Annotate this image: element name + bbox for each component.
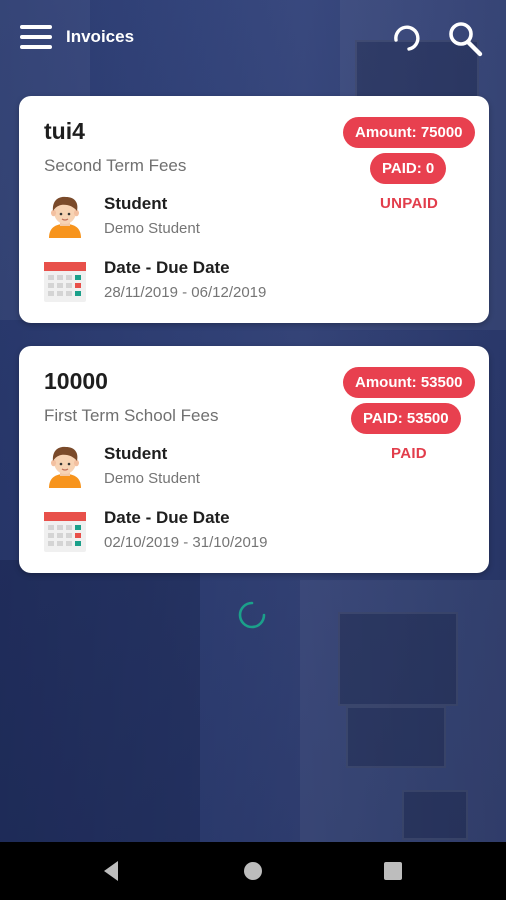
invoice-card[interactable]: 10000 First Term School Fees Amount: 535…: [19, 346, 489, 573]
recents-icon[interactable]: [378, 856, 408, 886]
app-bar: Invoices: [0, 0, 506, 74]
loading-spinner-icon: [238, 601, 266, 629]
invoice-description: First Term School Fees: [44, 406, 219, 425]
paid-badge: PAID: 53500: [351, 403, 461, 434]
student-name: Demo Student: [104, 470, 200, 487]
refresh-icon[interactable]: [388, 20, 424, 56]
student-avatar-icon: [49, 196, 81, 238]
date-label: Date - Due Date: [104, 258, 230, 277]
calendar-icon: [44, 262, 86, 302]
student-name: Demo Student: [104, 220, 200, 237]
system-navigation-bar: [0, 842, 506, 900]
invoice-description: Second Term Fees: [44, 156, 187, 175]
page-title: Invoices: [66, 27, 135, 46]
paid-badge: PAID: 0: [370, 153, 447, 184]
calendar-icon: [44, 512, 86, 552]
menu-icon[interactable]: [20, 25, 52, 49]
home-icon[interactable]: [238, 856, 268, 886]
invoice-number: 10000: [44, 368, 108, 394]
status-label: PAID: [391, 445, 427, 462]
back-icon[interactable]: [97, 856, 127, 886]
student-label: Student: [104, 444, 168, 463]
student-avatar-icon: [49, 446, 81, 488]
amount-badge: Amount: 75000: [343, 117, 475, 148]
search-icon[interactable]: [446, 20, 484, 58]
date-range: 02/10/2019 - 31/10/2019: [104, 534, 268, 551]
invoice-number: tui4: [44, 118, 85, 144]
date-range: 28/11/2019 - 06/12/2019: [104, 284, 267, 301]
date-label: Date - Due Date: [104, 508, 230, 527]
student-label: Student: [104, 194, 168, 213]
status-label: UNPAID: [380, 195, 439, 212]
invoice-card[interactable]: tui4 Second Term Fees Amount: 75000 PAID…: [19, 96, 489, 323]
amount-badge: Amount: 53500: [343, 367, 475, 398]
